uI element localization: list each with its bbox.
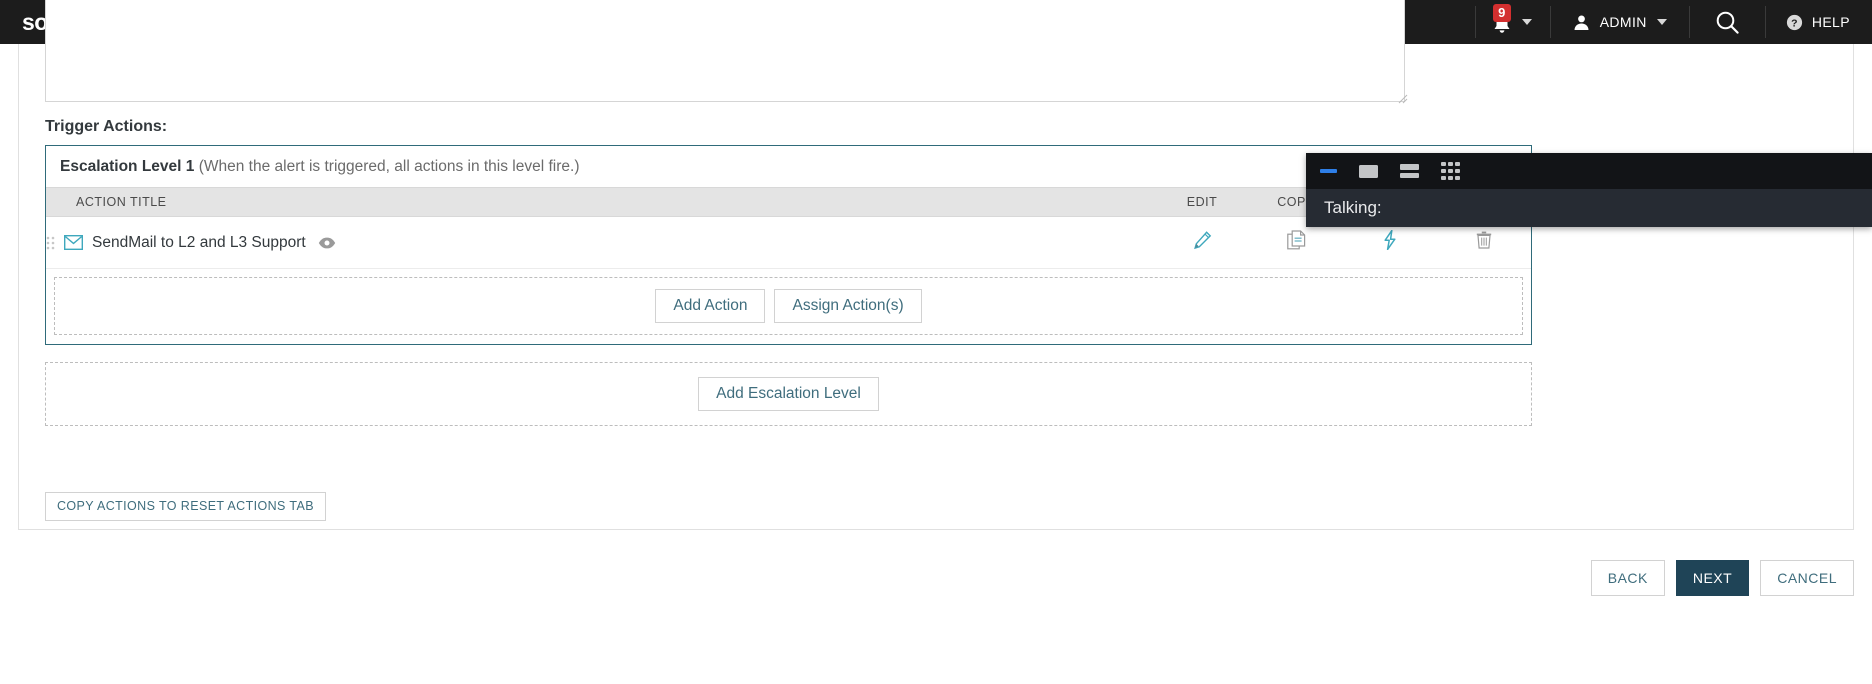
minimize-icon[interactable]: [1320, 161, 1337, 181]
question-circle-icon: ?: [1786, 14, 1802, 30]
trash-icon[interactable]: [1476, 231, 1492, 249]
wizard-footer-buttons: BACK NEXT CANCEL: [1590, 560, 1854, 596]
chevron-down-icon: [1656, 19, 1667, 25]
window-icon[interactable]: [1359, 161, 1378, 181]
pencil-icon[interactable]: [1193, 230, 1212, 250]
description-textarea[interactable]: [45, 0, 1405, 102]
overlay-toolbar: [1306, 153, 1872, 189]
add-action-button[interactable]: Add Action: [655, 289, 766, 324]
search-button[interactable]: [1690, 0, 1765, 44]
drag-handle-icon[interactable]: [46, 235, 55, 251]
alert-wizard-content-card: Trigger Actions: Escalation Level 1 (Whe…: [18, 0, 1854, 530]
notification-badge: 9: [1492, 4, 1511, 22]
page-body: Trigger Actions: Escalation Level 1 (Whe…: [0, 0, 1872, 684]
bell-icon-wrapper: 9: [1492, 4, 1512, 35]
screen-share-overlay: Talking:: [1306, 153, 1872, 227]
person-icon: [1574, 15, 1589, 30]
copy-pages-icon[interactable]: [1286, 230, 1306, 250]
svg-text:?: ?: [1791, 17, 1798, 29]
add-action-zone: Add Action Assign Action(s): [54, 277, 1523, 336]
grid-view-icon[interactable]: [1441, 161, 1460, 181]
assign-actions-button[interactable]: Assign Action(s): [774, 289, 922, 324]
escalation-level-note: (When the alert is triggered, all action…: [198, 158, 580, 175]
escalation-level-title: Escalation Level 1: [60, 158, 195, 175]
lightning-bolt-icon[interactable]: [1383, 230, 1397, 250]
admin-label: ADMIN: [1599, 14, 1647, 30]
search-icon: [1716, 11, 1739, 34]
cancel-button[interactable]: CANCEL: [1760, 560, 1854, 596]
split-view-icon[interactable]: [1400, 161, 1419, 181]
edit-action-cell: [1155, 216, 1249, 269]
action-title-text: SendMail to L2 and L3 Support: [92, 233, 306, 251]
next-button[interactable]: NEXT: [1675, 560, 1750, 596]
action-title-cell: SendMail to L2 and L3 Support: [46, 216, 1155, 269]
back-button[interactable]: BACK: [1590, 560, 1665, 596]
eye-icon[interactable]: [318, 237, 336, 249]
notifications-button[interactable]: 9: [1476, 0, 1550, 44]
envelope-icon: [64, 235, 83, 250]
overlay-status-bar: Talking:: [1306, 189, 1872, 227]
column-header-edit: EDIT: [1155, 187, 1249, 217]
copy-actions-wrapper: COPY ACTIONS TO RESET ACTIONS TAB: [45, 492, 327, 521]
column-header-action-title: ACTION TITLE: [46, 187, 1155, 217]
add-escalation-level-button[interactable]: Add Escalation Level: [698, 377, 879, 412]
chevron-down-icon: [1521, 19, 1532, 25]
admin-menu-button[interactable]: ADMIN: [1551, 0, 1689, 44]
copy-actions-to-reset-tab-button[interactable]: COPY ACTIONS TO RESET ACTIONS TAB: [45, 492, 327, 521]
add-escalation-level-zone: Add Escalation Level: [45, 362, 1532, 427]
nav-right-cluster: 9 ADMIN ? HELP: [1474, 0, 1872, 44]
trigger-actions-label: Trigger Actions:: [45, 118, 168, 135]
talking-status-label: Talking:: [1324, 198, 1382, 217]
help-label: HELP: [1811, 14, 1850, 30]
help-button[interactable]: ? HELP: [1766, 0, 1872, 44]
